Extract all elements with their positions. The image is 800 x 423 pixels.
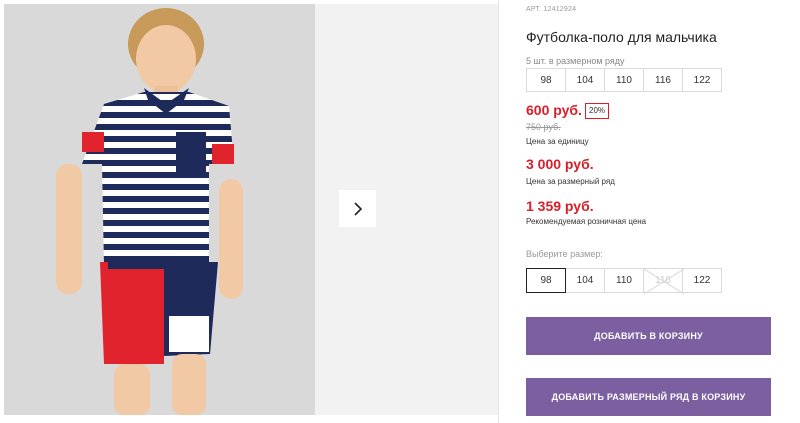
size-option-98[interactable]: 98 <box>526 268 566 293</box>
unit-price-caption: Цена за единицу <box>526 137 589 146</box>
retail-price: 1 359 руб. <box>526 198 594 214</box>
size-selector: 98 104 110 116 122 <box>526 268 722 294</box>
product-photo[interactable] <box>4 4 315 415</box>
boy-in-striped-polo-image <box>4 4 315 415</box>
pack-price-caption: Цена за размерный ряд <box>526 177 615 186</box>
choose-size-label: Выберите размер: <box>526 249 603 259</box>
article-number: АРТ. 12412924 <box>526 6 577 13</box>
unit-price: 600 руб. <box>526 102 582 118</box>
vertical-divider <box>498 0 499 423</box>
pack-size-110: 110 <box>604 68 644 92</box>
unavailable-cross-icon <box>644 269 684 294</box>
old-price: 750 руб. <box>526 122 561 132</box>
add-to-cart-button[interactable]: ДОБАВИТЬ В КОРЗИНУ <box>526 317 771 355</box>
chevron-right-icon <box>353 201 362 216</box>
pack-size-122: 122 <box>682 68 722 92</box>
gallery-next-button[interactable] <box>339 190 376 227</box>
pack-price: 3 000 руб. <box>526 156 594 172</box>
pack-size-list: 98 104 110 116 122 <box>526 68 722 92</box>
size-option-104[interactable]: 104 <box>565 268 605 293</box>
pack-size-98: 98 <box>526 68 566 92</box>
add-pack-to-cart-button[interactable]: ДОБАВИТЬ РАЗМЕРНЫЙ РЯД В КОРЗИНУ <box>526 378 771 416</box>
size-option-122[interactable]: 122 <box>682 268 722 293</box>
pack-size-104: 104 <box>565 68 605 92</box>
pack-size-116: 116 <box>643 68 683 92</box>
pack-size-caption: 5 шт. в размерном ряду <box>526 56 625 66</box>
retail-price-caption: Рекомендуемая розничная цена <box>526 217 647 226</box>
product-gallery <box>0 0 498 423</box>
product-title: Футболка-поло для мальчика <box>526 29 717 45</box>
discount-badge: 20% <box>585 103 610 119</box>
size-option-116-unavailable: 116 <box>643 268 684 294</box>
size-option-110[interactable]: 110 <box>604 268 644 293</box>
